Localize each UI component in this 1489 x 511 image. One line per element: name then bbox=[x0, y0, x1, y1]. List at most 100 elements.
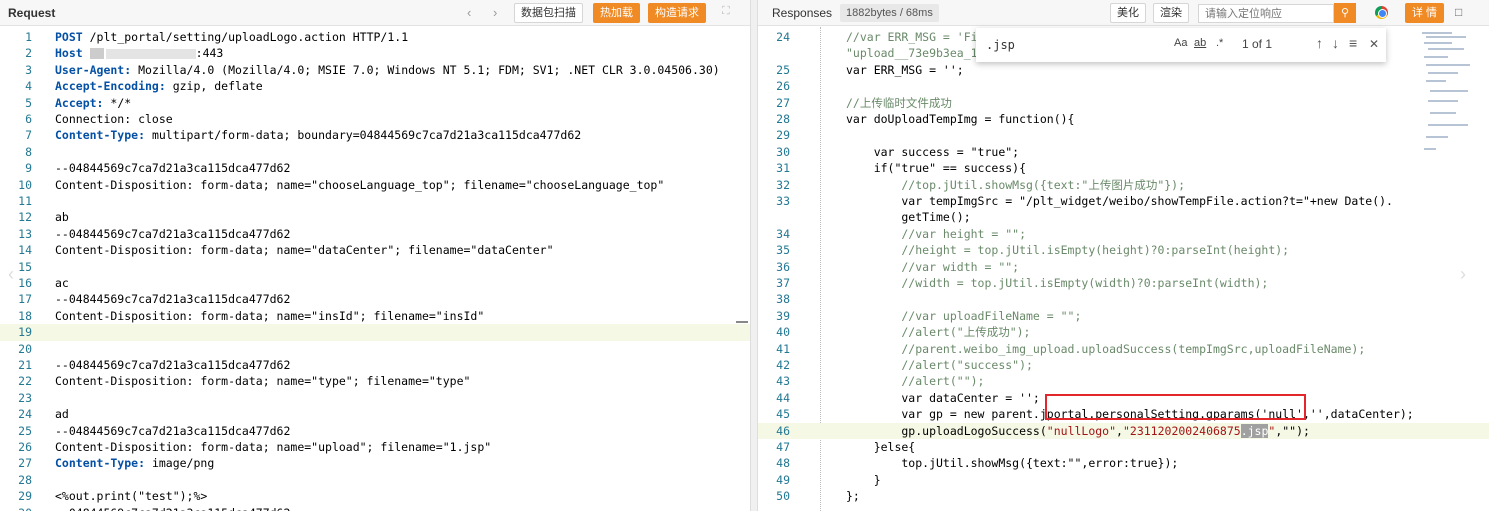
header-key: POST bbox=[55, 30, 83, 44]
line-code: --04844569c7ca7d21a3ca115dca477d62 bbox=[55, 160, 290, 176]
response-line: 46 gp.uploadLogoSuccess("nullLogo","2311… bbox=[758, 422, 1489, 439]
close-icon[interactable]: ✕ bbox=[1369, 37, 1379, 51]
response-line: 48 top.jUtil.showMsg({text:"",error:true… bbox=[758, 455, 1489, 471]
line-code: var tempImgSrc = "/plt_widget/weibo/show… bbox=[846, 193, 1393, 209]
find-input[interactable]: .jsp bbox=[986, 35, 1126, 55]
line-text: var doUploadTempImg = function(){ bbox=[846, 112, 1075, 126]
line-text: :443 bbox=[195, 46, 224, 61]
response-pane: Responses 1882bytes / 68ms 美化 渲染 ⚲ 详 情 □… bbox=[758, 0, 1489, 511]
line-text: --04844569c7ca7d21a3ca115dca477d62 bbox=[55, 292, 291, 307]
line-number: 39 bbox=[776, 308, 790, 323]
match-case-toggle[interactable]: Aa bbox=[1174, 37, 1187, 49]
pane-divider[interactable] bbox=[750, 0, 758, 511]
request-line: 3 User-Agent: Mozilla/4.0 (Mozilla/4.0; M… bbox=[0, 62, 750, 78]
construct-request-button[interactable]: 构造请求 bbox=[648, 3, 706, 23]
line-number: 34 bbox=[776, 226, 790, 241]
search-match: .jsp bbox=[1240, 423, 1269, 438]
logo-arg: "nullLogo" bbox=[1046, 423, 1117, 438]
line-number: 22 bbox=[18, 374, 32, 389]
locate-search-input[interactable] bbox=[1198, 4, 1334, 23]
line-code: Content-Disposition: form-data; name="ch… bbox=[55, 177, 664, 193]
response-line: 32 //top.jUtil.showMsg({text:"上传图片成功"}); bbox=[758, 177, 1489, 193]
line-code: Accept-Encoding: gzip, deflate bbox=[55, 78, 263, 94]
line-code: --04844569c7ca7d21a3ca115dca477d62 bbox=[55, 357, 290, 373]
line-code: //width = top.jUtil.isEmpty(width)?0:par… bbox=[846, 275, 1268, 291]
line-number: 1 bbox=[25, 30, 32, 44]
line-number: 36 bbox=[776, 259, 790, 274]
line-text: //var uploadFileName = ""; bbox=[846, 308, 1082, 323]
line-code: gp.uploadLogoSuccess("nullLogo","2311202… bbox=[846, 423, 1310, 439]
line-text: "upload__73e9b3ea_1 bbox=[846, 46, 978, 61]
response-line: 29 bbox=[758, 127, 1489, 143]
line-text: gzip, deflate bbox=[165, 79, 263, 94]
line-code: //alert(""); bbox=[846, 373, 984, 389]
line-number: 27 bbox=[18, 456, 32, 471]
line-code: --04844569c7ca7d21a3ca115dca477d62 bbox=[55, 505, 290, 511]
line-number: 3 bbox=[25, 62, 32, 77]
line-text: var ERR_MSG = ''; bbox=[846, 62, 964, 77]
response-title: Responses bbox=[772, 6, 833, 20]
line-code: Content-Type: image/png bbox=[55, 455, 214, 471]
request-line: 4 Accept-Encoding: gzip, deflate bbox=[0, 78, 750, 94]
line-code: //alert("success"); bbox=[846, 357, 1033, 373]
search-icon[interactable]: ⚲ bbox=[1334, 3, 1356, 23]
response-line: 26 bbox=[758, 78, 1489, 94]
request-line: 30 --04844569c7ca7d21a3ca115dca477d62 bbox=[0, 505, 750, 511]
line-number: 26 bbox=[18, 440, 32, 454]
line-text: //width = top.jUtil.isEmpty(width)?0:par… bbox=[846, 276, 1269, 290]
line-text: if("true" == success){ bbox=[846, 161, 1027, 176]
request-line: 1 POST /plt_portal/setting/uploadLogo.act… bbox=[0, 29, 750, 45]
line-number: 19 bbox=[18, 325, 32, 340]
line-code: --04844569c7ca7d21a3ca115dca477d62 bbox=[55, 226, 290, 242]
whole-word-toggle[interactable]: ab bbox=[1194, 37, 1206, 49]
request-editor[interactable]: 1 POST /plt_portal/setting/uploadLogo.act… bbox=[0, 27, 750, 511]
request-line: 12 ab bbox=[0, 209, 750, 225]
line-code: var ERR_MSG = ''; bbox=[846, 62, 964, 78]
next-chevron-icon[interactable]: › bbox=[1460, 264, 1466, 285]
hot-load-button[interactable]: 热加载 bbox=[593, 3, 640, 23]
line-code: //var uploadFileName = ""; bbox=[846, 308, 1081, 324]
request-line: 28 bbox=[0, 472, 750, 488]
line-text: //parent.weibo_img_upload.uploadSuccess(… bbox=[846, 341, 1366, 356]
find-menu-icon[interactable]: ≡ bbox=[1349, 35, 1357, 51]
line-number: 38 bbox=[776, 292, 790, 307]
request-line: 13 --04844569c7ca7d21a3ca115dca477d62 bbox=[0, 226, 750, 242]
line-text: Content-Disposition: form-data; name="up… bbox=[55, 440, 492, 454]
detail-button[interactable]: 详 情 bbox=[1405, 3, 1445, 23]
line-number: 35 bbox=[776, 243, 790, 258]
line-number: 21 bbox=[18, 358, 32, 372]
minimap[interactable] bbox=[1422, 30, 1474, 160]
line-text: }; bbox=[846, 489, 860, 504]
line-text: } bbox=[846, 472, 881, 487]
line-code: } bbox=[846, 472, 881, 488]
response-line: 37 //width = top.jUtil.isEmpty(width)?0:… bbox=[758, 275, 1489, 291]
back-arrow-icon[interactable]: ‹ bbox=[467, 5, 471, 20]
prev-chevron-icon[interactable]: ‹ bbox=[8, 264, 14, 285]
line-code: //var width = ""; bbox=[846, 259, 1019, 275]
forward-arrow-icon[interactable]: › bbox=[493, 5, 497, 20]
line-number: 24 bbox=[18, 407, 32, 422]
line-code: //var height = ""; bbox=[846, 226, 1026, 242]
line-number: 7 bbox=[25, 128, 32, 143]
capture-scan-button[interactable]: 数据包扫描 bbox=[514, 3, 583, 23]
response-header: Responses 1882bytes / 68ms 美化 渲染 ⚲ 详 情 □ bbox=[758, 0, 1489, 26]
beautify-button[interactable]: 美化 bbox=[1110, 3, 1146, 23]
response-line: getTime(); bbox=[758, 209, 1489, 225]
render-button[interactable]: 渲染 bbox=[1153, 3, 1189, 23]
chat-icon[interactable]: □ bbox=[1455, 5, 1462, 19]
expand-icon[interactable]: ⛶ bbox=[722, 5, 730, 18]
request-line: 19 bbox=[0, 324, 750, 341]
request-header: Request ‹ › 数据包扫描 热加载 构造请求 ⛶ bbox=[0, 0, 750, 26]
next-match-icon[interactable]: ↓ bbox=[1332, 35, 1339, 51]
regex-toggle[interactable]: .* bbox=[1216, 37, 1223, 49]
line-text: --04844569c7ca7d21a3ca115dca477d62 bbox=[55, 506, 290, 511]
response-editor[interactable]: 24 //var ERR_MSG = 'Fi "upload__73e9b3ea_1… bbox=[758, 27, 1489, 511]
chrome-icon[interactable] bbox=[1375, 6, 1388, 19]
redacted-host bbox=[105, 48, 196, 59]
highlight-box bbox=[1045, 394, 1306, 420]
prev-match-icon[interactable]: ↑ bbox=[1316, 35, 1323, 51]
line-number: 32 bbox=[776, 177, 790, 192]
line-text: <%out.print("test");%> bbox=[55, 489, 208, 504]
request-line: 21 --04844569c7ca7d21a3ca115dca477d62 bbox=[0, 357, 750, 373]
header-key: Host bbox=[55, 46, 83, 61]
